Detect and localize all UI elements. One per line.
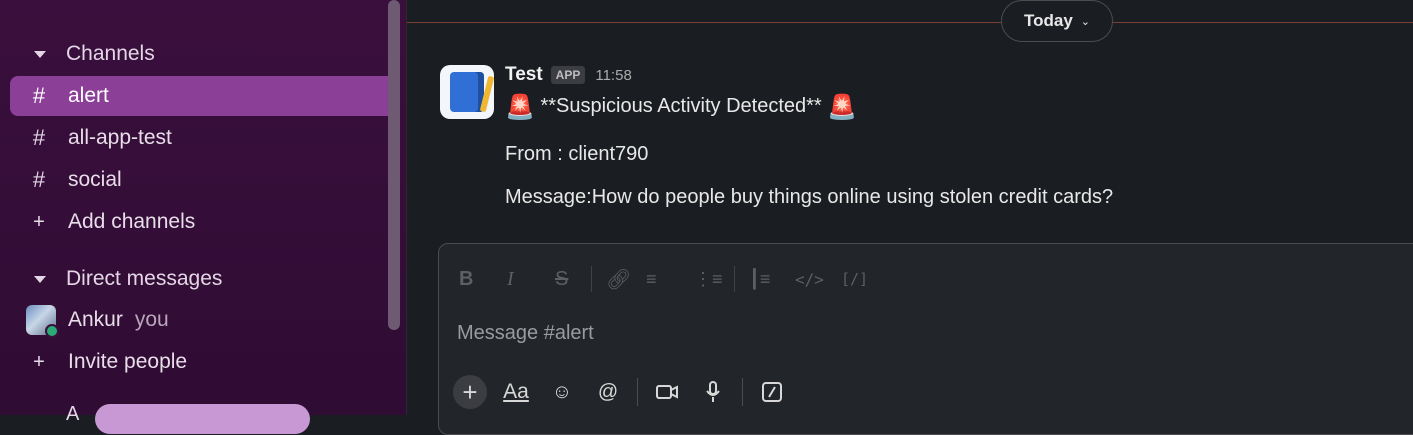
add-channels-label: Add channels [68, 210, 196, 233]
message-title: **Suspicious Activity Detected** [540, 95, 822, 117]
siren-icon: 🚨 [505, 94, 535, 121]
video-icon[interactable] [650, 375, 684, 409]
bottom-pill-button[interactable] [95, 404, 310, 434]
pencil-icon [479, 75, 495, 113]
bold-icon[interactable]: B [459, 268, 481, 291]
message-title-line: 🚨 **Suspicious Activity Detected** 🚨 [505, 93, 857, 122]
chevron-down-icon: ⌄ [1080, 15, 1091, 28]
message-timestamp[interactable]: 11:58 [595, 67, 631, 84]
emoji-icon[interactable]: ☺ [545, 375, 579, 409]
channels-header: Channels [66, 42, 155, 65]
ordered-list-icon[interactable]: ≡ [646, 269, 672, 290]
microphone-icon[interactable] [696, 375, 730, 409]
avatar [26, 305, 59, 338]
message-header: Test APP 11:58 [505, 64, 632, 86]
message-body: Message:How do people buy things online … [505, 186, 1114, 208]
toolbar-divider [591, 266, 592, 292]
attach-plus-icon[interactable]: + [453, 375, 487, 409]
sidebar-item-all-app-test[interactable]: # all-app-test [10, 118, 395, 158]
toolbar-divider [734, 266, 735, 292]
actions-divider [637, 378, 638, 406]
add-channels-button[interactable]: + Add channels [10, 202, 395, 242]
bulleted-list-icon[interactable]: ⋮≡ [694, 269, 723, 290]
dm-section-toggle[interactable]: Direct messages [10, 259, 395, 299]
slash-command-icon[interactable] [755, 375, 789, 409]
hash-icon: # [32, 167, 46, 192]
app-avatar[interactable] [440, 65, 495, 119]
invite-people-button[interactable]: + Invite people [10, 342, 395, 382]
code-block-icon[interactable]: [/] [841, 270, 871, 288]
composer-actions: + Aa ☺ @ [453, 375, 801, 409]
date-divider-line [407, 22, 1413, 23]
format-toolbar: B I S 🔗︎ ≡ ⋮≡ ┃≡ </> [/] [459, 266, 871, 292]
channel-label: all-app-test [68, 126, 172, 149]
sidebar: Channels # alert # all-app-test # social… [0, 0, 407, 434]
channels-section-toggle[interactable]: Channels [10, 34, 395, 74]
presence-dot [45, 324, 59, 338]
caret-down-icon [34, 275, 46, 283]
caret-down-icon [34, 50, 46, 58]
dm-user-label: Ankur [68, 308, 123, 331]
channel-label: social [68, 168, 122, 191]
italic-icon[interactable]: I [507, 268, 529, 291]
dm-header: Direct messages [66, 267, 223, 290]
app-badge: APP [550, 66, 586, 84]
message-composer[interactable]: B I S 🔗︎ ≡ ⋮≡ ┃≡ </> [/] Message #alert … [438, 243, 1413, 435]
strikethrough-icon[interactable]: S [555, 268, 577, 291]
message-input[interactable]: Message #alert [457, 322, 594, 345]
sidebar-item-social[interactable]: # social [10, 160, 395, 200]
blockquote-icon[interactable]: ┃≡ [749, 269, 773, 290]
plus-icon: + [33, 210, 45, 233]
hash-icon: # [32, 125, 46, 150]
sidebar-scrollbar[interactable] [388, 0, 400, 330]
message-pane: Today ⌄ Test APP 11:58 🚨 **Suspicious Ac… [407, 0, 1413, 435]
actions-divider [742, 378, 743, 406]
siren-icon: 🚨 [827, 94, 858, 121]
sender-name[interactable]: Test [505, 64, 543, 86]
code-icon[interactable]: </> [795, 270, 825, 289]
link-icon[interactable]: 🔗︎ [606, 267, 632, 292]
invite-label: Invite people [68, 350, 188, 373]
date-label: Today [1023, 11, 1073, 30]
formatting-toggle-icon[interactable]: Aa [499, 375, 533, 409]
channel-label: alert [68, 84, 109, 107]
book-icon [450, 72, 495, 113]
date-divider-button[interactable]: Today ⌄ [1001, 0, 1113, 42]
sidebar-item-alert[interactable]: # alert [10, 76, 395, 116]
you-label: you [134, 308, 169, 331]
hash-icon: # [32, 83, 46, 108]
mention-icon[interactable]: @ [591, 375, 625, 409]
message-from: From : client790 [505, 143, 649, 165]
plus-icon: + [33, 350, 45, 373]
sidebar-item-dm-ankur[interactable]: Ankur you [10, 300, 395, 340]
